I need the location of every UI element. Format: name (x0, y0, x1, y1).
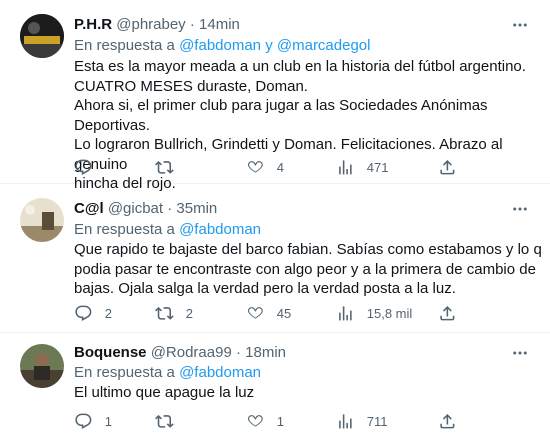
reply-conjunction: y (265, 37, 273, 54)
like-count: 45 (276, 305, 292, 321)
like-button[interactable]: 4 (246, 157, 284, 177)
tweet-text-line: Ahora si, el primer club para jugar a la… (74, 97, 488, 134)
tweet-text: Que rapido te bajaste del barco fabian. … (74, 240, 542, 299)
separator-dot: · (189, 16, 195, 33)
user-handle[interactable]: @phrabey (116, 16, 185, 33)
reply-icon (75, 413, 92, 429)
reply-button[interactable] (74, 157, 105, 177)
action-bar: 1 1 711 (66, 411, 486, 431)
tweet-text-line: El ultimo que apague la luz (74, 384, 255, 401)
reply-prefix: En respuesta a (74, 364, 175, 381)
views-count: 15,8 mil (366, 305, 413, 321)
tweet-header: C@l @gicbat · 35min (74, 199, 217, 219)
tweet[interactable]: P.H.R @phrabey · 14min En respuesta a @f… (0, 0, 550, 192)
views-count: 471 (366, 159, 389, 175)
tweet-text-line: CUATRO MESES duraste, Doman. (74, 77, 308, 95)
tweet-text: El ultimo que apague la luz (74, 383, 254, 403)
share-icon (440, 159, 455, 175)
avatar[interactable] (20, 14, 64, 58)
tweet-text-line: bajas. Ojala salga la verdad pero la ver… (74, 280, 456, 297)
retweet-icon (155, 160, 174, 174)
retweet-button[interactable] (155, 157, 186, 177)
timestamp[interactable]: 14min (199, 16, 240, 33)
reply-context: En respuesta a @fabdoman (74, 220, 261, 240)
views-icon (339, 159, 352, 175)
timestamp[interactable]: 18min (245, 344, 286, 361)
user-handle[interactable]: @gicbat (108, 200, 163, 217)
reply-button[interactable]: 2 (74, 303, 112, 323)
retweet-button[interactable] (155, 411, 186, 431)
reply-prefix: En respuesta a (74, 221, 175, 238)
avatar-image (20, 344, 64, 388)
share-button[interactable] (438, 411, 457, 431)
mention-link[interactable]: @fabdoman (179, 364, 261, 381)
views-button[interactable]: 711 (336, 411, 387, 431)
reply-button[interactable]: 1 (74, 411, 112, 431)
views-count: 711 (366, 413, 388, 429)
separator-dot: · (167, 200, 173, 217)
views-button[interactable]: 15,8 mil (336, 303, 412, 323)
more-button[interactable] (510, 15, 530, 35)
reply-icon (75, 159, 92, 175)
retweet-count: 2 (185, 305, 193, 321)
display-name[interactable]: Boquense (74, 344, 147, 361)
more-button[interactable] (510, 199, 530, 219)
share-button[interactable] (438, 303, 457, 323)
retweet-button[interactable]: 2 (155, 303, 193, 323)
tweet-header: P.H.R @phrabey · 14min (74, 15, 240, 35)
more-icon (513, 23, 527, 27)
retweet-icon (155, 306, 174, 320)
reply-context: En respuesta a @fabdoman y @marcadegol (74, 36, 370, 56)
display-name[interactable]: P.H.R (74, 16, 112, 33)
tweet[interactable]: Boquense @Rodraa99 · 18min En respuesta … (0, 334, 550, 447)
tweet-text-line: podia pasar te encontraste con algo peor… (74, 260, 536, 278)
heart-icon (247, 414, 263, 427)
display-name[interactable]: C@l (74, 200, 104, 217)
avatar[interactable] (20, 198, 64, 242)
share-icon (440, 413, 455, 429)
avatar-image (20, 198, 64, 242)
share-button[interactable] (438, 157, 457, 177)
like-count: 4 (276, 159, 284, 175)
timestamp[interactable]: 35min (176, 200, 217, 217)
reply-count: 2 (104, 305, 112, 321)
more-icon (513, 207, 527, 211)
heart-icon (247, 160, 263, 173)
reply-prefix: En respuesta a (74, 37, 175, 54)
views-icon (339, 305, 352, 321)
mention-link[interactable]: @fabdoman (179, 221, 261, 238)
views-icon (339, 413, 352, 429)
user-handle[interactable]: @Rodraa99 (151, 344, 232, 361)
avatar-image (20, 14, 64, 58)
action-bar: 2 2 45 15,8 mil (66, 303, 486, 323)
reply-icon (75, 305, 92, 321)
more-icon (513, 351, 527, 355)
reply-count: 1 (104, 413, 112, 429)
like-count: 1 (276, 413, 284, 429)
mention-link[interactable]: @marcadegol (277, 37, 371, 54)
retweet-icon (155, 414, 174, 428)
views-button[interactable]: 471 (336, 157, 388, 177)
reply-context: En respuesta a @fabdoman (74, 363, 261, 383)
more-button[interactable] (510, 343, 530, 363)
like-button[interactable]: 1 (246, 411, 284, 431)
avatar[interactable] (20, 344, 64, 388)
like-button[interactable]: 45 (246, 303, 291, 323)
tweet-text-line: Esta es la mayor meada a un club en la h… (74, 58, 526, 75)
heart-icon (247, 306, 263, 319)
separator-dot: · (235, 344, 241, 361)
mention-link[interactable]: @fabdoman (179, 37, 261, 54)
tweet-text-line: Que rapido te bajaste del barco fabian. … (74, 241, 542, 258)
tweet[interactable]: C@l @gicbat · 35min En respuesta a @fabd… (0, 185, 550, 333)
share-icon (440, 305, 455, 321)
action-bar: 4 471 (66, 157, 486, 177)
tweet-header: Boquense @Rodraa99 · 18min (74, 343, 286, 363)
